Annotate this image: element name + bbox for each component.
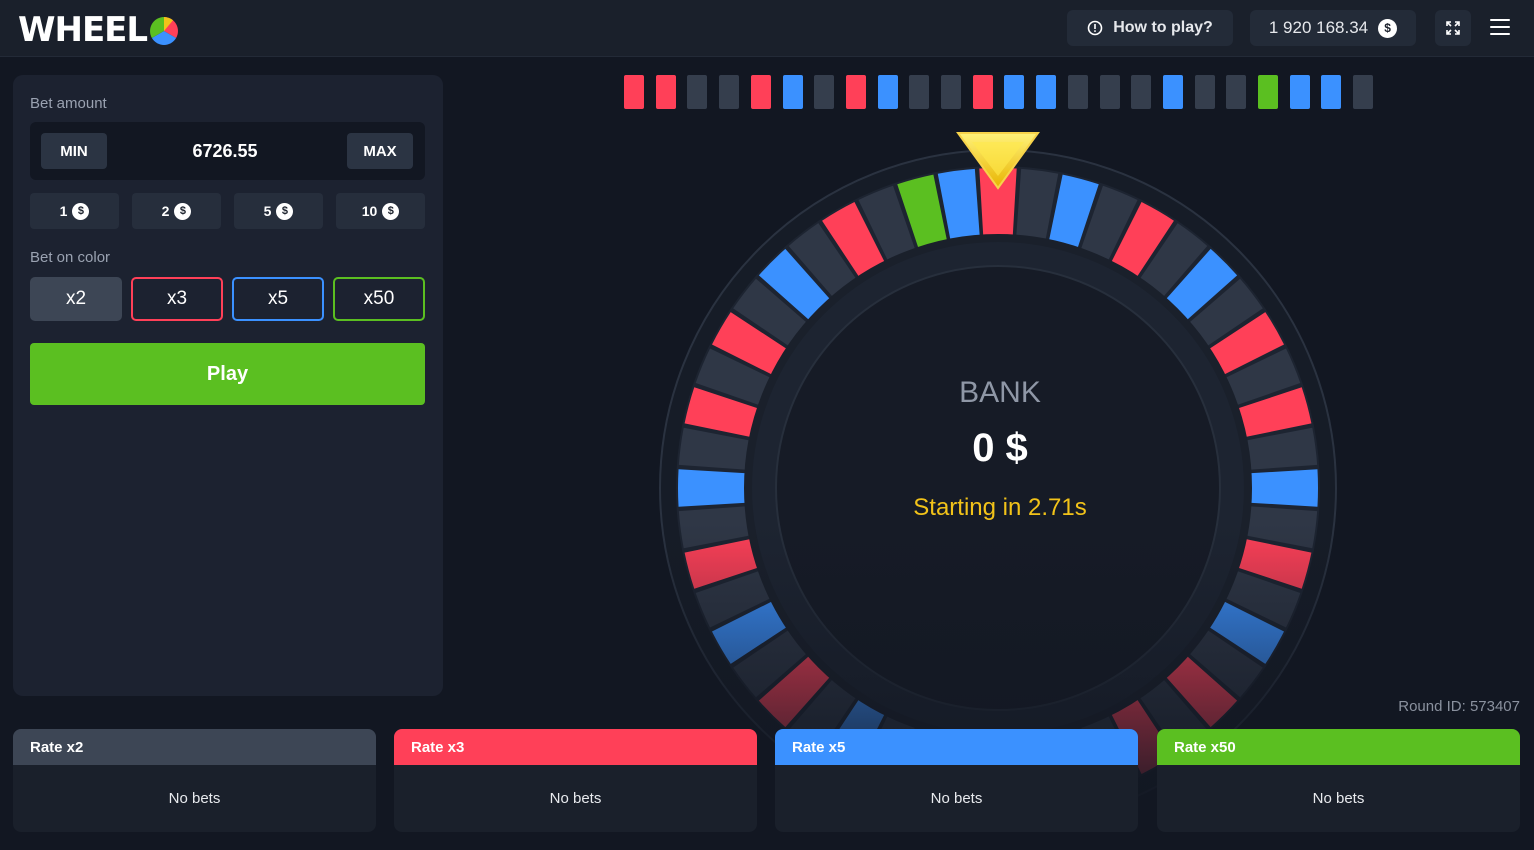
rate-card-x2: Rate x2 No bets [13, 729, 376, 832]
rate-card-status: No bets [930, 790, 983, 807]
rate-card-x3: Rate x3 No bets [394, 729, 757, 832]
rate-card-title: Rate x2 [13, 729, 376, 765]
rate-card-status: No bets [549, 790, 602, 807]
rate-card-x5: Rate x5 No bets [775, 729, 1138, 832]
bank-label: BANK [959, 376, 1041, 409]
rate-card-status: No bets [1312, 790, 1365, 807]
rate-card-title: Rate x50 [1157, 729, 1520, 765]
bank-value: 0 $ [972, 426, 1028, 470]
rate-card-title: Rate x3 [394, 729, 757, 765]
rate-card-x50: Rate x50 No bets [1157, 729, 1520, 832]
countdown-status: Starting in 2.71s [913, 494, 1087, 521]
rate-card-title: Rate x5 [775, 729, 1138, 765]
rate-card-status: No bets [168, 790, 221, 807]
round-id: Round ID: 573407 [1398, 698, 1520, 715]
wheel [648, 132, 1348, 838]
